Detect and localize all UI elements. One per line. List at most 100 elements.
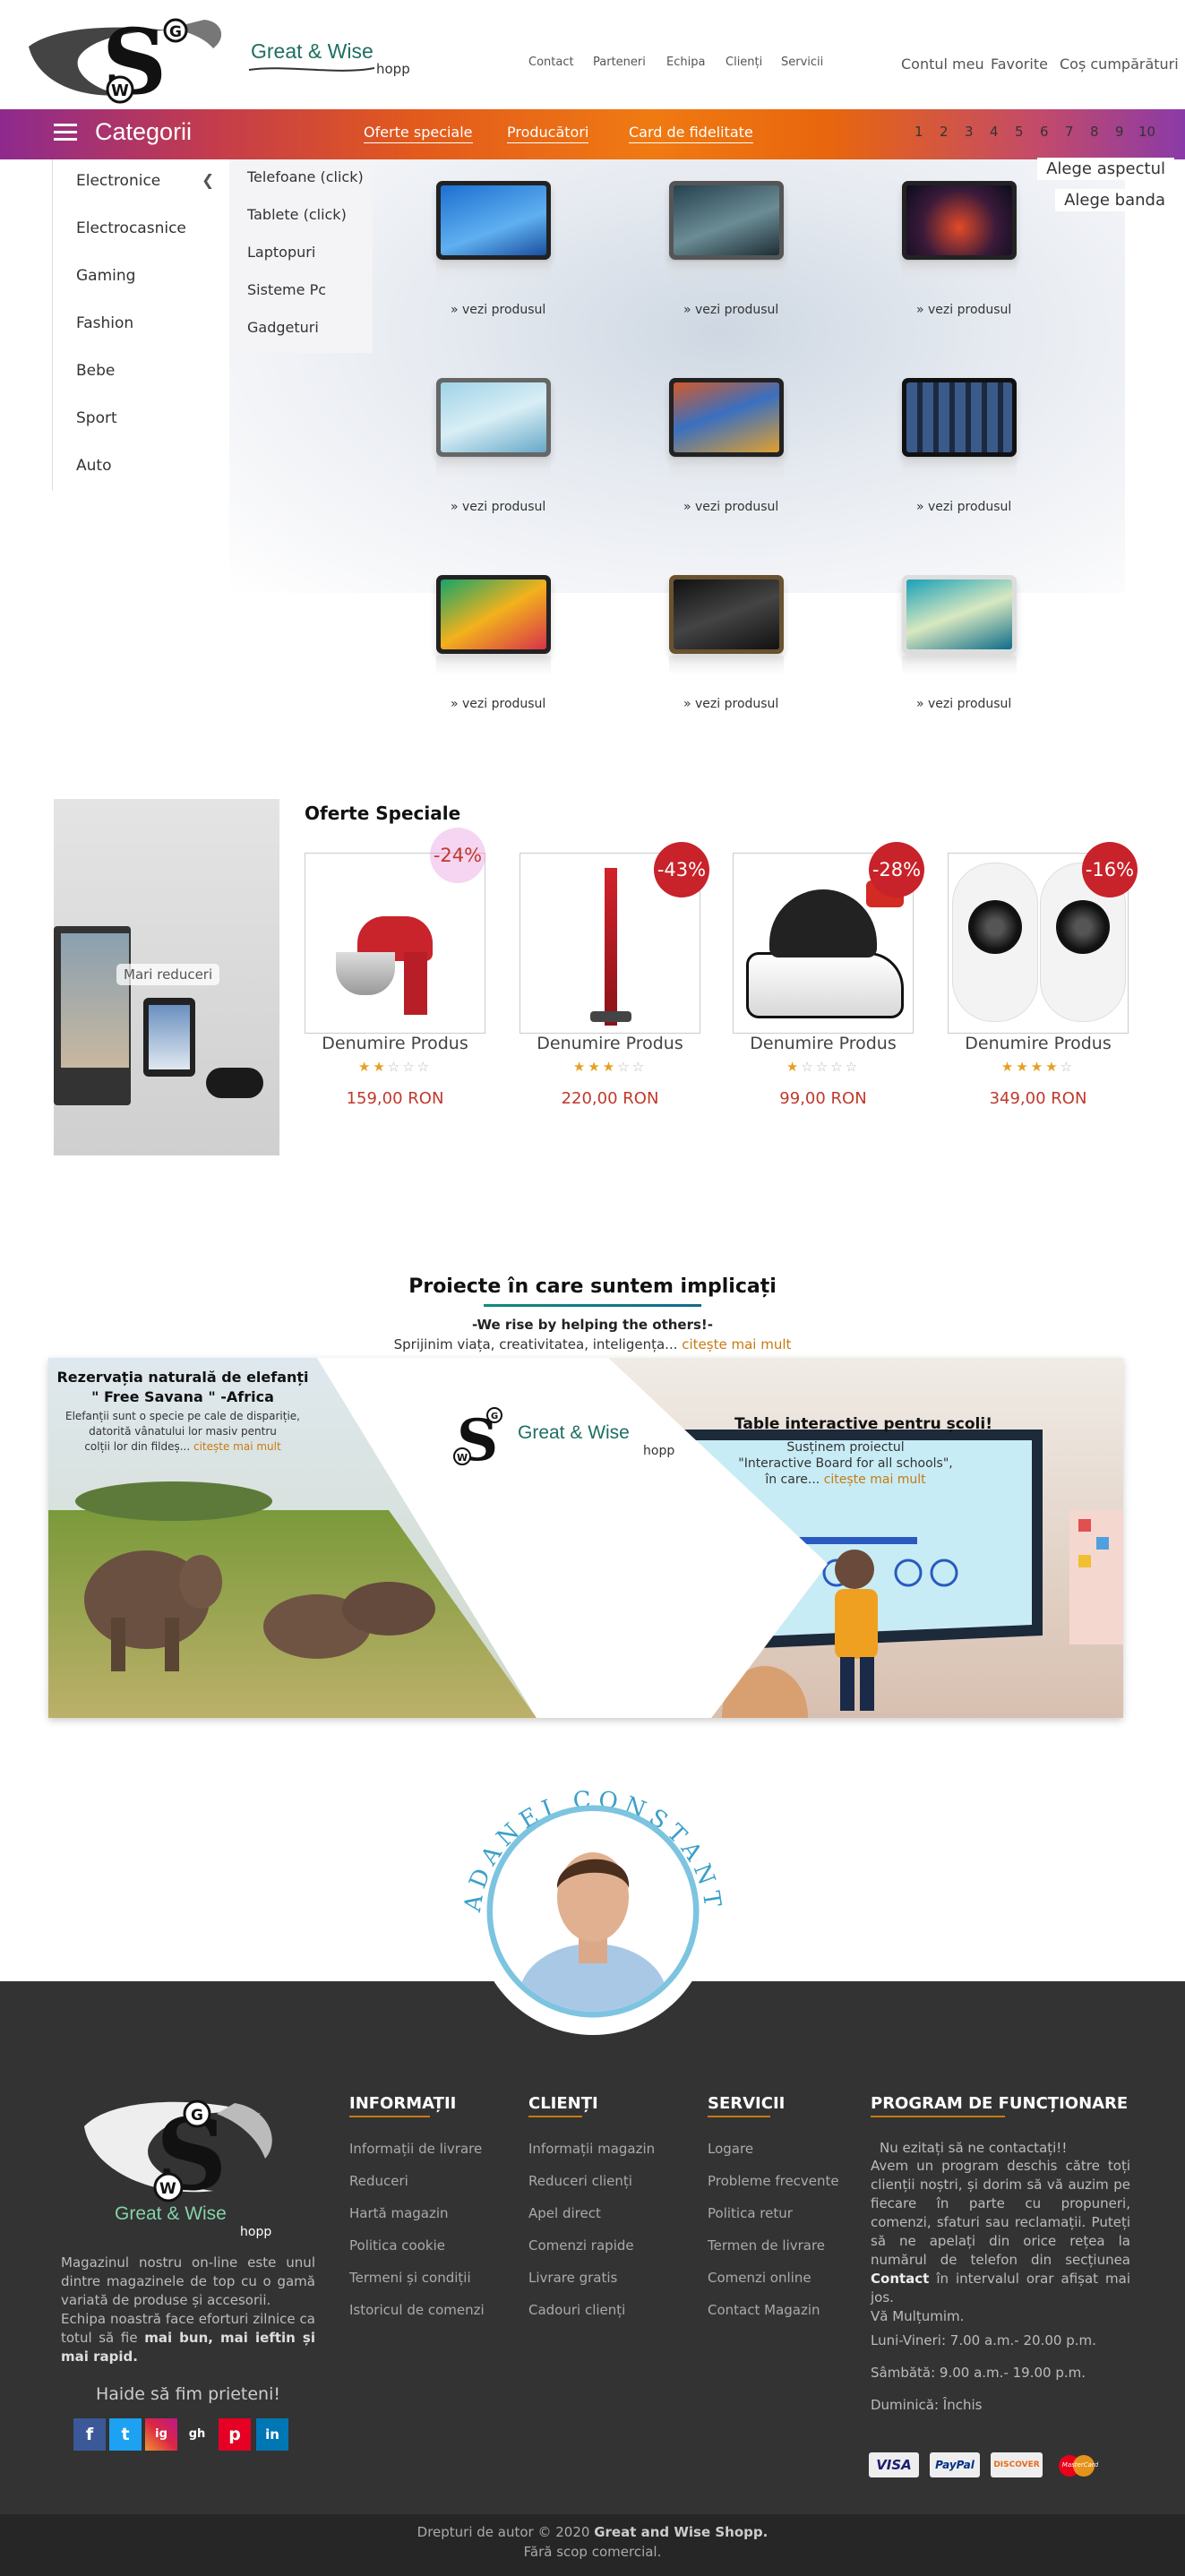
sidebar-item-gaming[interactable]: Gaming xyxy=(76,267,135,285)
sidebar-item-electronice[interactable]: Electronice xyxy=(76,172,160,190)
footer-link[interactable]: Reduceri clienți xyxy=(528,2173,632,2189)
nav-loyalty-card[interactable]: Card de fidelitate xyxy=(629,124,753,143)
product-name[interactable]: Denumire Produs xyxy=(948,1034,1129,1053)
footer-link[interactable]: Hartă magazin xyxy=(349,2205,449,2221)
footer-logo[interactable]: S W G xyxy=(82,2091,285,2205)
read-more-link[interactable]: citește mai mult xyxy=(193,1440,281,1453)
svg-text:W: W xyxy=(457,1452,468,1464)
footer-link[interactable]: Comenzi rapide xyxy=(528,2237,634,2254)
view-product-link[interactable]: » vezi produsul xyxy=(451,500,545,514)
instagram-icon[interactable]: ig xyxy=(145,2418,177,2451)
view-product-link[interactable]: » vezi produsul xyxy=(916,303,1011,317)
linkedin-icon[interactable]: in xyxy=(256,2418,288,2451)
product-image[interactable] xyxy=(669,378,784,457)
view-product-link[interactable]: » vezi produsul xyxy=(683,500,778,514)
footer-link[interactable]: Informații magazin xyxy=(528,2141,655,2157)
chevron-left-icon[interactable]: ❮ xyxy=(202,172,214,190)
brand-name[interactable]: Great & Wise xyxy=(251,39,374,64)
projects-banner: S W G Great & Wise hopp Rezervația natur… xyxy=(48,1358,1123,1718)
page-number[interactable]: 1 xyxy=(915,124,923,140)
svg-text:G: G xyxy=(491,1412,498,1421)
cart-link[interactable]: Coș cumpărături xyxy=(1060,56,1179,73)
team-member-avatar[interactable]: AVADANEI CONSTANTIN xyxy=(444,1754,742,2040)
footer-link[interactable]: Reduceri xyxy=(349,2173,408,2189)
view-product-link[interactable]: » vezi produsul xyxy=(916,697,1011,711)
submenu-item-gadgeturi[interactable]: Gadgeturi xyxy=(247,319,319,336)
submenu-item-laptopuri[interactable]: Laptopuri xyxy=(247,244,315,261)
page-number[interactable]: 10 xyxy=(1138,124,1155,140)
page-number[interactable]: 9 xyxy=(1115,124,1124,140)
sidebar-item-auto[interactable]: Auto xyxy=(76,457,111,475)
product-image-iron xyxy=(769,889,877,957)
sidebar-item-bebe[interactable]: Bebe xyxy=(76,362,115,380)
view-product-link[interactable]: » vezi produsul xyxy=(683,303,778,317)
product-image[interactable] xyxy=(669,575,784,654)
choose-layout-button[interactable]: Alege aspectul xyxy=(1037,158,1174,180)
promo-laptop-screen xyxy=(61,933,129,1068)
footer-link[interactable]: Termen de livrare xyxy=(708,2237,825,2254)
product-image[interactable] xyxy=(669,181,784,260)
reflection xyxy=(902,459,1017,478)
view-product-link[interactable]: » vezi produsul xyxy=(451,303,545,317)
product-image[interactable] xyxy=(902,575,1017,654)
view-product-link[interactable]: » vezi produsul xyxy=(451,697,545,711)
product-name[interactable]: Denumire Produs xyxy=(733,1034,914,1053)
footer-link[interactable]: Comenzi online xyxy=(708,2270,811,2286)
submenu-item-telefoane[interactable]: Telefoane (click) xyxy=(247,168,364,185)
promo-label[interactable]: Mari reduceri xyxy=(116,964,220,985)
submenu-item-sisteme-pc[interactable]: Sisteme Pc xyxy=(247,281,326,298)
toplink-contact[interactable]: Contact xyxy=(528,56,574,69)
product-image[interactable] xyxy=(436,575,551,654)
svg-text:G: G xyxy=(169,23,182,41)
svg-text:W: W xyxy=(111,82,129,100)
footer-link[interactable]: Logare xyxy=(708,2141,753,2157)
product-image[interactable] xyxy=(902,378,1017,457)
categories-title[interactable]: Categorii xyxy=(95,118,192,146)
account-link[interactable]: Contul meu xyxy=(901,56,984,73)
twitter-icon[interactable]: t xyxy=(109,2418,142,2451)
nav-special-offers[interactable]: Oferte speciale xyxy=(364,124,473,143)
sidebar-item-fashion[interactable]: Fashion xyxy=(76,314,133,332)
page-number[interactable]: 2 xyxy=(940,124,949,140)
sidebar-item-sport[interactable]: Sport xyxy=(76,409,117,427)
read-more-link[interactable]: citește mai mult xyxy=(824,1473,926,1487)
product-image[interactable] xyxy=(436,378,551,457)
github-icon[interactable]: gh xyxy=(181,2418,213,2451)
page-number[interactable]: 3 xyxy=(965,124,974,140)
footer-link[interactable]: Informații de livrare xyxy=(349,2141,482,2157)
choose-band-button[interactable]: Alege banda xyxy=(1055,189,1174,211)
view-product-link[interactable]: » vezi produsul xyxy=(683,697,778,711)
reflection xyxy=(436,656,551,675)
product-name[interactable]: Denumire Produs xyxy=(520,1034,700,1053)
footer-link[interactable]: Istoricul de comenzi xyxy=(349,2302,485,2318)
favorites-link[interactable]: Favorite xyxy=(991,56,1048,73)
footer-link[interactable]: Contact Magazin xyxy=(708,2302,820,2318)
footer-link[interactable]: Cadouri clienți xyxy=(528,2302,625,2318)
page-number[interactable]: 7 xyxy=(1065,124,1074,140)
product-image[interactable] xyxy=(902,181,1017,260)
page-number[interactable]: 6 xyxy=(1040,124,1049,140)
page-number[interactable]: 5 xyxy=(1015,124,1024,140)
toplink-servicii[interactable]: Servicii xyxy=(781,56,823,69)
product-name[interactable]: Denumire Produs xyxy=(305,1034,485,1053)
sidebar-item-electrocasnice[interactable]: Electrocasnice xyxy=(76,219,186,237)
footer-link[interactable]: Apel direct xyxy=(528,2205,601,2221)
page-number[interactable]: 8 xyxy=(1090,124,1099,140)
footer-link[interactable]: Probleme frecvente xyxy=(708,2173,839,2189)
page-number[interactable]: 4 xyxy=(990,124,999,140)
footer-link[interactable]: Termeni și condiții xyxy=(349,2270,471,2286)
pinterest-icon[interactable]: p xyxy=(219,2418,251,2451)
view-product-link[interactable]: » vezi produsul xyxy=(916,500,1011,514)
nav-producers[interactable]: Producători xyxy=(507,124,589,143)
read-more-link[interactable]: citește mai mult xyxy=(682,1336,791,1352)
menu-icon[interactable] xyxy=(54,124,77,145)
footer-link[interactable]: Livrare gratis xyxy=(528,2270,617,2286)
toplink-echipa[interactable]: Echipa xyxy=(666,56,705,69)
toplink-clienti[interactable]: Clienți xyxy=(726,56,762,69)
product-image[interactable] xyxy=(436,181,551,260)
submenu-item-tablete[interactable]: Tablete (click) xyxy=(247,206,347,223)
toplink-parteneri[interactable]: Parteneri xyxy=(593,56,646,69)
footer-link[interactable]: Politica cookie xyxy=(349,2237,445,2254)
footer-link[interactable]: Politica retur xyxy=(708,2205,793,2221)
facebook-icon[interactable]: f xyxy=(73,2418,106,2451)
